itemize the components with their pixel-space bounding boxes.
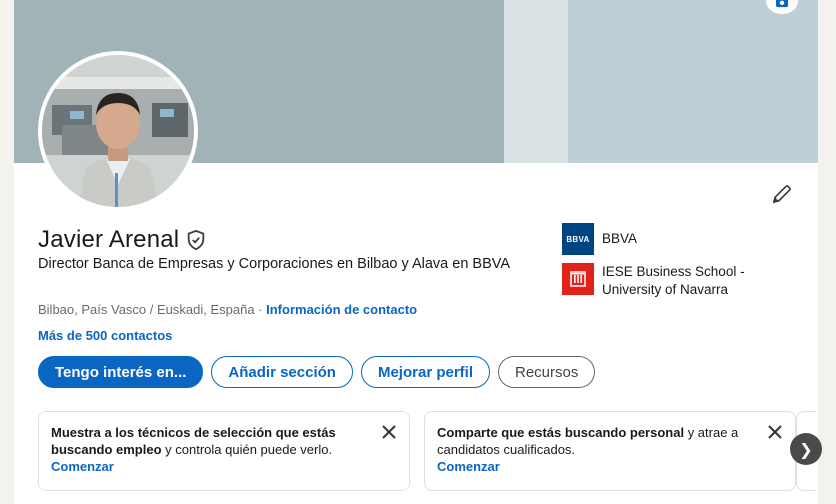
close-icon[interactable] [767, 424, 783, 440]
suggestion-card: Comparte que estás buscando personal y a… [424, 411, 796, 491]
name-row: Javier Arenal [38, 226, 207, 254]
school-iese[interactable]: IESE Business School - University of Nav… [562, 263, 782, 299]
close-icon[interactable] [381, 424, 397, 440]
bbva-logo: BBVA [562, 223, 594, 255]
location-separator: · [254, 302, 267, 317]
shield-check-icon[interactable] [185, 229, 207, 251]
avatar[interactable] [38, 51, 198, 211]
suggestion-bold: Comparte que estás buscando personal [437, 425, 685, 440]
banner-shape [314, 0, 516, 163]
start-link[interactable]: Comenzar [51, 458, 363, 475]
connections-link[interactable]: Más de 500 contactos [38, 328, 172, 343]
add-section-button[interactable]: Añadir sección [211, 356, 353, 388]
open-to-button[interactable]: Tengo interés en... [38, 356, 204, 388]
profile-actions: Tengo interés en... Añadir sección Mejor… [38, 356, 596, 388]
school-name: IESE Business School - University of Nav… [602, 264, 745, 297]
suggestion-cards: Muestra a los técnicos de selección que … [38, 411, 796, 491]
edit-profile-button[interactable] [768, 180, 796, 208]
start-link[interactable]: Comenzar [437, 458, 749, 475]
contact-info-link[interactable]: Información de contacto [266, 302, 417, 317]
profile-location: Bilbao, País Vasco / Euskadi, España [38, 302, 255, 317]
location-row: Bilbao, País Vasco / Euskadi, España · I… [38, 302, 417, 317]
chevron-right-icon[interactable]: ❯ [790, 433, 822, 465]
suggestion-text: y controla quién puede verlo. [161, 442, 333, 457]
improve-profile-button[interactable]: Mejorar perfil [360, 356, 490, 388]
company-bbva[interactable]: BBVA BBVA [562, 223, 782, 255]
pencil-icon [772, 185, 791, 204]
banner-band-right [568, 0, 818, 163]
profile-headline: Director Banca de Empresas y Corporacion… [38, 256, 511, 272]
experience-education-list: BBVA BBVA IESE Business School - Univers… [562, 223, 782, 307]
suggestion-card: Muestra a los técnicos de selección que … [38, 411, 410, 491]
company-name: BBVA [602, 231, 638, 246]
resources-button[interactable]: Recursos [498, 356, 596, 388]
iese-logo [562, 263, 594, 295]
profile-card: Javier Arenal Director Banca de Empresas… [14, 0, 818, 504]
profile-name: Javier Arenal [38, 226, 180, 253]
